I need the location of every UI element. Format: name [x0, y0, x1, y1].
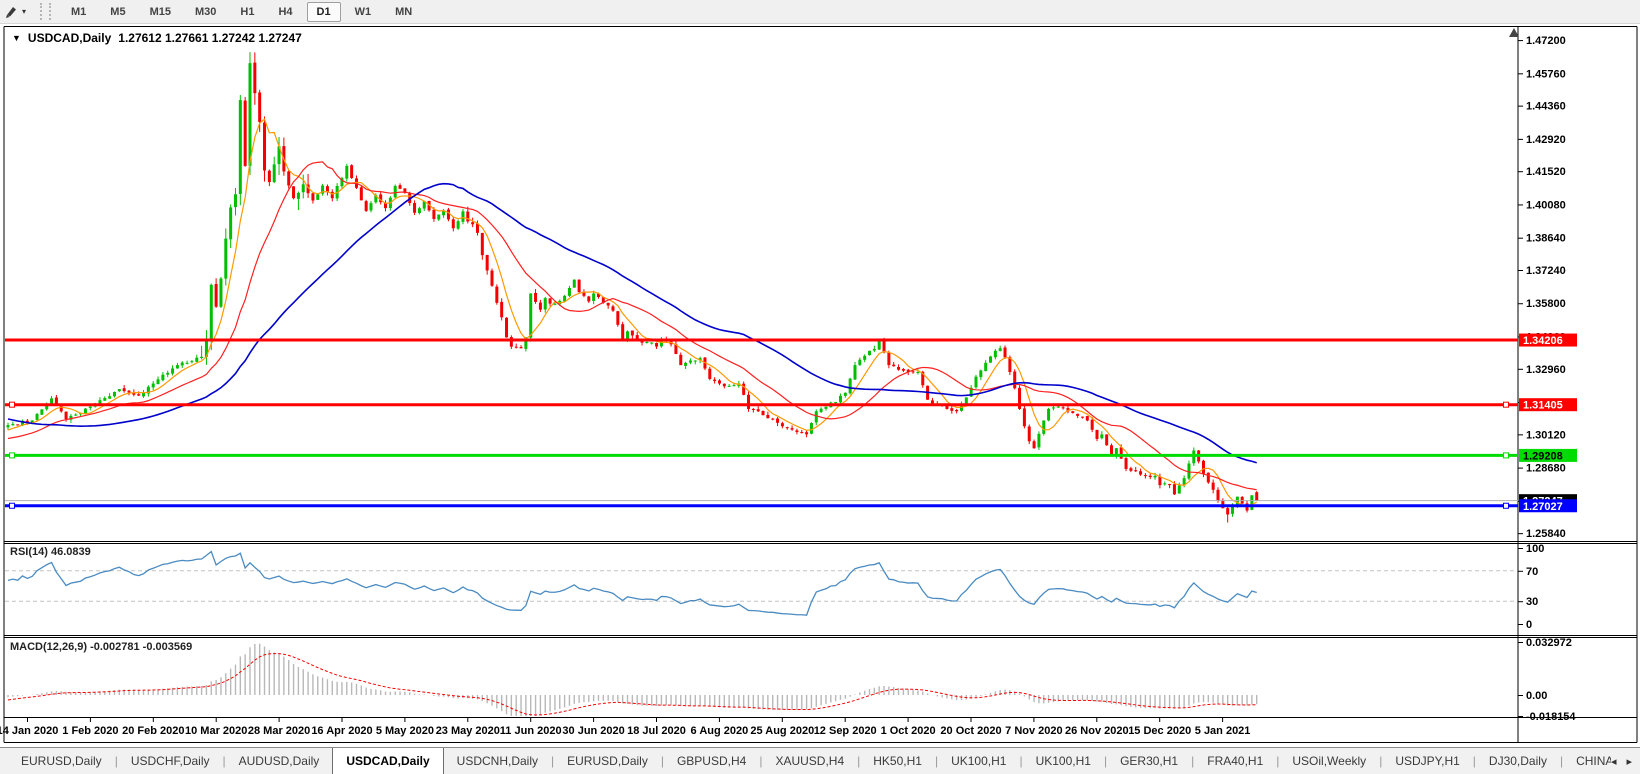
chart-canvas[interactable]: 1.47200 1.45760 1.44360 1.42920 1.41520 1.400…: [0, 0, 1640, 747]
svg-text:30: 30: [1526, 596, 1538, 608]
svg-text:1 Oct 2020: 1 Oct 2020: [881, 725, 936, 737]
chart-tab-eurusd-daily[interactable]: EURUSD,Daily: [8, 750, 115, 772]
chart-tab-uk100-h1[interactable]: UK100,H1: [938, 750, 1019, 772]
timeframe-button-h1[interactable]: H1: [230, 2, 264, 22]
svg-text:1.29208: 1.29208: [1523, 450, 1563, 462]
svg-text:14 Jan 2020: 14 Jan 2020: [0, 725, 58, 737]
svg-text:6 Aug 2020: 6 Aug 2020: [691, 725, 749, 737]
svg-text:1.34206: 1.34206: [1523, 335, 1563, 347]
chevron-down-icon: ▾: [22, 7, 26, 16]
chart-tab-fra40-h1[interactable]: FRA40,H1: [1194, 750, 1276, 772]
tab-scroll-left-icon[interactable]: ◂: [1611, 755, 1617, 768]
svg-text:1.25840: 1.25840: [1526, 528, 1566, 540]
toolbar-grip: [40, 3, 51, 20]
timeframe-button-group: M1M5M15M30H1H4D1W1MN: [59, 2, 424, 22]
chart-tab-uk100-h1[interactable]: UK100,H1: [1023, 750, 1104, 772]
svg-text:1.42920: 1.42920: [1526, 134, 1566, 146]
svg-text:5 May 2020: 5 May 2020: [376, 725, 434, 737]
svg-text:1.47200: 1.47200: [1526, 35, 1566, 47]
chart-symbol-period: USDCAD,Daily: [28, 31, 111, 45]
svg-text:30 Jun 2020: 30 Jun 2020: [562, 725, 624, 737]
svg-text:15 Dec 2020: 15 Dec 2020: [1128, 725, 1191, 737]
svg-text:1.32960: 1.32960: [1526, 364, 1566, 376]
chart-tab-usdjpy-h1[interactable]: USDJPY,H1: [1382, 750, 1472, 772]
svg-text:1.31405: 1.31405: [1523, 400, 1563, 412]
svg-text:20 Oct 2020: 20 Oct 2020: [940, 725, 1001, 737]
svg-text:26 Nov 2020: 26 Nov 2020: [1065, 725, 1129, 737]
svg-text:70: 70: [1526, 566, 1538, 578]
chart-tab-ger30-h1[interactable]: GER30,H1: [1107, 750, 1191, 772]
chart-tab-usdcnh-daily[interactable]: USDCNH,Daily: [444, 750, 551, 772]
svg-text:1 Feb 2020: 1 Feb 2020: [62, 725, 118, 737]
timeframe-button-m30[interactable]: M30: [185, 2, 226, 22]
timeframe-button-mn[interactable]: MN: [385, 2, 422, 22]
svg-text:11 Jun 2020: 11 Jun 2020: [500, 725, 562, 737]
svg-text:25 Aug 2020: 25 Aug 2020: [750, 725, 814, 737]
svg-text:7 Nov 2020: 7 Nov 2020: [1005, 725, 1062, 737]
svg-text:23 May 2020: 23 May 2020: [436, 725, 500, 737]
timeframe-button-w1[interactable]: W1: [345, 2, 382, 22]
svg-text:1.37240: 1.37240: [1526, 265, 1566, 277]
svg-text:-0.018154: -0.018154: [1526, 711, 1576, 723]
pencil-tool-icon: [4, 5, 19, 19]
svg-text:1.30120: 1.30120: [1526, 429, 1566, 441]
chart-title: ▼ USDCAD,Daily 1.27612 1.27661 1.27242 1…: [12, 31, 302, 45]
timeframe-button-m5[interactable]: M5: [100, 2, 135, 22]
chart-tab-audusd-daily[interactable]: AUDUSD,Daily: [226, 750, 333, 772]
svg-text:12 Sep 2020: 12 Sep 2020: [814, 725, 877, 737]
chart-tabs: EURUSD,Daily|USDCHF,Daily|AUDUSD,DailyUS…: [0, 748, 1611, 774]
timeframe-button-m1[interactable]: M1: [61, 2, 96, 22]
macd-indicator-label: MACD(12,26,9) -0.002781 -0.003569: [10, 641, 192, 653]
toolbar: ▾ M1M5M15M30H1H4D1W1MN: [0, 0, 1640, 24]
timeframe-button-h4[interactable]: H4: [268, 2, 302, 22]
svg-text:18 Jul 2020: 18 Jul 2020: [627, 725, 686, 737]
timeframe-button-m15[interactable]: M15: [140, 2, 181, 22]
svg-text:1.28680: 1.28680: [1526, 463, 1566, 475]
svg-text:0.00: 0.00: [1526, 690, 1547, 702]
drawing-tool-button[interactable]: ▾: [0, 1, 30, 22]
svg-text:1.27027: 1.27027: [1523, 501, 1563, 513]
chart-tab-xauusd-h4[interactable]: XAUUSD,H4: [762, 750, 857, 772]
svg-text:1.38640: 1.38640: [1526, 233, 1566, 245]
svg-text:16 Apr 2020: 16 Apr 2020: [311, 725, 372, 737]
svg-text:5 Jan 2021: 5 Jan 2021: [1195, 725, 1251, 737]
chart-tab-eurusd-daily[interactable]: EURUSD,Daily: [554, 750, 661, 772]
svg-text:0.032972: 0.032972: [1526, 637, 1572, 649]
mt4-window: ▾ M1M5M15M30H1H4D1W1MN 1.472001.457601.4…: [0, 0, 1640, 773]
svg-text:1.35800: 1.35800: [1526, 298, 1566, 310]
chart-tab-china300-h1[interactable]: CHINA300,H1: [1563, 750, 1611, 772]
collapse-triangle-icon[interactable]: ▼: [12, 33, 21, 43]
rsi-indicator-label: RSI(14) 46.0839: [10, 546, 91, 558]
chart-tabs-bar: EURUSD,Daily|USDCHF,Daily|AUDUSD,DailyUS…: [0, 747, 1640, 774]
svg-text:1.44360: 1.44360: [1526, 101, 1566, 113]
svg-text:1.40080: 1.40080: [1526, 199, 1566, 211]
chart-tab-usoil-weekly[interactable]: USOil,Weekly: [1279, 750, 1379, 772]
svg-text:28 Mar 2020: 28 Mar 2020: [248, 725, 310, 737]
svg-text:100: 100: [1526, 543, 1544, 555]
tab-scroll-right-icon[interactable]: ▸: [1626, 755, 1632, 768]
svg-text:20 Feb 2020: 20 Feb 2020: [122, 725, 184, 737]
timeframe-button-d1[interactable]: D1: [307, 2, 341, 22]
svg-text:1.45760: 1.45760: [1526, 68, 1566, 80]
chart-tab-usdcad-daily[interactable]: USDCAD,Daily: [332, 748, 443, 774]
svg-text:10 Mar 2020: 10 Mar 2020: [185, 725, 247, 737]
chart-tab-usdchf-daily[interactable]: USDCHF,Daily: [118, 750, 223, 772]
chart-ohlc-values: 1.27612 1.27661 1.27242 1.27247: [118, 31, 302, 45]
chart-tab-dj30-daily[interactable]: DJ30,Daily: [1476, 750, 1560, 772]
svg-text:0: 0: [1526, 619, 1532, 631]
chart-tab-hk50-h1[interactable]: HK50,H1: [860, 750, 935, 772]
chart-tab-gbpusd-h4[interactable]: GBPUSD,H4: [664, 750, 759, 772]
svg-text:1.41520: 1.41520: [1526, 166, 1566, 178]
